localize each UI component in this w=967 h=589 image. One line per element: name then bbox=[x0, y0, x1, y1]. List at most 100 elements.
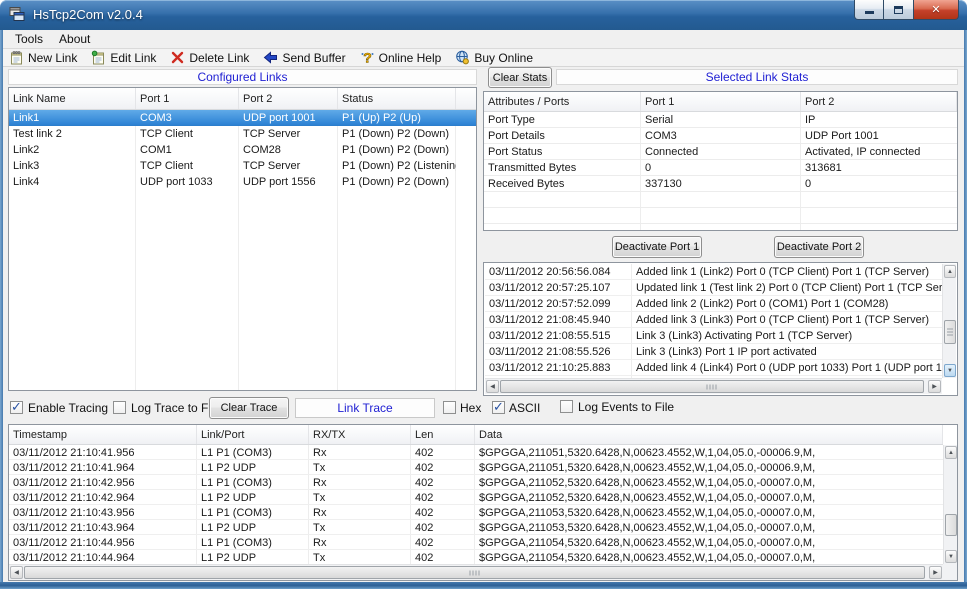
log-trace-to-file-checkbox[interactable] bbox=[113, 401, 126, 414]
hex-checkbox[interactable] bbox=[443, 401, 456, 414]
title-bar[interactable]: HsTcp2Com v2.0.4 ✕ bbox=[0, 0, 967, 30]
clear-trace-button[interactable]: Clear Trace bbox=[209, 397, 289, 419]
column-header-len[interactable]: Len bbox=[411, 425, 475, 444]
new-link-button[interactable]: New Link bbox=[9, 49, 77, 67]
trace-row[interactable]: 03/11/2012 21:10:41.964L1 P2 UDPTx402$GP… bbox=[9, 460, 943, 475]
trace-row[interactable]: 03/11/2012 21:10:41.956L1 P1 (COM3)Rx402… bbox=[9, 445, 943, 460]
scroll-left-button[interactable]: ◀ bbox=[10, 566, 23, 579]
scroll-left-button[interactable]: ◀ bbox=[486, 380, 499, 393]
table-cell: Added link 4 (Link4) Port 0 (UDP port 10… bbox=[632, 360, 942, 376]
table-cell: Rx bbox=[309, 475, 411, 490]
link-stats-table: Attributes / Ports Port 1 Port 2 Port Ty… bbox=[483, 91, 958, 231]
maximize-button[interactable] bbox=[884, 0, 913, 20]
trace-row[interactable]: 03/11/2012 21:10:43.964L1 P2 UDPTx402$GP… bbox=[9, 520, 943, 535]
trace-vertical-scrollbar[interactable]: ▲ ▼ bbox=[943, 445, 957, 564]
trace-header-row: Timestamp Link/Port RX/TX Len Data bbox=[9, 425, 943, 445]
event-row[interactable]: 03/11/2012 20:57:52.099Added link 2 (Lin… bbox=[485, 296, 942, 312]
table-cell: 03/11/2012 21:10:42.956 bbox=[9, 475, 197, 490]
table-cell: TCP Server bbox=[239, 158, 338, 174]
link-row[interactable]: Link4UDP port 1033UDP port 1556P1 (Down)… bbox=[9, 174, 476, 190]
buy-online-button[interactable]: Buy Online bbox=[455, 49, 533, 67]
delete-link-button[interactable]: Delete Link bbox=[170, 49, 249, 67]
stat-row[interactable]: Port StatusConnectedActivated, IP connec… bbox=[484, 144, 957, 160]
stat-row[interactable]: Transmitted Bytes0313681 bbox=[484, 160, 957, 176]
trace-row[interactable]: 03/11/2012 21:10:44.956L1 P1 (COM3)Rx402… bbox=[9, 535, 943, 550]
send-buffer-label: Send Buffer bbox=[282, 51, 345, 65]
enable-tracing-checkbox[interactable] bbox=[10, 401, 23, 414]
column-header-port1[interactable]: Port 1 bbox=[136, 88, 239, 109]
column-header-rxtx[interactable]: RX/TX bbox=[309, 425, 411, 444]
table-cell: 0 bbox=[641, 160, 801, 176]
deactivate-port2-button[interactable]: Deactivate Port 2 bbox=[774, 236, 864, 258]
scroll-down-button[interactable]: ▼ bbox=[945, 550, 957, 563]
column-header-link-name[interactable]: Link Name bbox=[9, 88, 136, 109]
event-row[interactable]: 03/11/2012 21:10:25.883Added link 4 (Lin… bbox=[485, 360, 942, 376]
configured-links-header-row: Link Name Port 1 Port 2 Status bbox=[9, 88, 476, 110]
event-log-vertical-scrollbar[interactable]: ▲ ▼ bbox=[942, 264, 956, 378]
event-log-horizontal-scrollbar[interactable]: ◀ ▶ bbox=[485, 378, 942, 394]
scroll-up-button[interactable]: ▲ bbox=[944, 265, 956, 278]
clear-stats-button[interactable]: Clear Stats bbox=[488, 67, 552, 88]
table-cell: P1 (Down) P2 (Listening) bbox=[338, 158, 456, 174]
table-cell: Tx bbox=[309, 490, 411, 505]
online-help-button[interactable]: ? Online Help bbox=[360, 49, 442, 67]
table-cell: L1 P1 (COM3) bbox=[197, 445, 309, 460]
column-header-status[interactable]: Status bbox=[338, 88, 456, 109]
send-buffer-button[interactable]: Send Buffer bbox=[263, 49, 345, 67]
scrollbar-thumb[interactable] bbox=[500, 380, 924, 393]
scroll-down-button[interactable]: ▼ bbox=[944, 364, 956, 377]
table-cell: COM1 bbox=[136, 142, 239, 158]
log-events-to-file-checkbox[interactable] bbox=[560, 400, 573, 413]
link-row[interactable]: Test link 2TCP ClientTCP ServerP1 (Down)… bbox=[9, 126, 476, 142]
trace-row[interactable]: 03/11/2012 21:10:44.964L1 P2 UDPTx402$GP… bbox=[9, 550, 943, 564]
table-cell: 402 bbox=[411, 505, 475, 520]
table-cell: 402 bbox=[411, 460, 475, 475]
event-row[interactable]: 03/11/2012 21:08:55.526Link 3 (Link3) Po… bbox=[485, 344, 942, 360]
table-cell: 03/11/2012 21:10:42.964 bbox=[9, 490, 197, 505]
scroll-up-button[interactable]: ▲ bbox=[945, 446, 957, 459]
scrollbar-thumb[interactable] bbox=[945, 514, 957, 536]
column-header-port2[interactable]: Port 2 bbox=[239, 88, 338, 109]
scrollbar-thumb[interactable] bbox=[24, 566, 925, 579]
link-row[interactable]: Link1COM3UDP port 1001P1 (Up) P2 (Up) bbox=[9, 110, 476, 126]
menu-tools[interactable]: Tools bbox=[7, 30, 51, 49]
trace-row[interactable]: 03/11/2012 21:10:42.964L1 P2 UDPTx402$GP… bbox=[9, 490, 943, 505]
table-cell: 03/11/2012 21:10:41.956 bbox=[9, 445, 197, 460]
link-row[interactable]: Link2COM1COM28P1 (Down) P2 (Down) bbox=[9, 142, 476, 158]
trace-row[interactable]: 03/11/2012 21:10:43.956L1 P1 (COM3)Rx402… bbox=[9, 505, 943, 520]
event-row[interactable]: 03/11/2012 20:57:25.107Updated link 1 (T… bbox=[485, 280, 942, 296]
event-row[interactable]: 03/11/2012 21:08:45.940Added link 3 (Lin… bbox=[485, 312, 942, 328]
table-cell: 03/11/2012 21:10:43.956 bbox=[9, 505, 197, 520]
column-header-data[interactable]: Data bbox=[475, 425, 943, 444]
scroll-right-button[interactable]: ▶ bbox=[929, 566, 942, 579]
stat-row[interactable]: Port TypeSerialIP bbox=[484, 112, 957, 128]
column-header-stats-port2[interactable]: Port 2 bbox=[801, 92, 957, 111]
column-header-attributes[interactable]: Attributes / Ports bbox=[484, 92, 641, 111]
link-row[interactable]: Link3TCP ClientTCP ServerP1 (Down) P2 (L… bbox=[9, 158, 476, 174]
table-cell: L1 P1 (COM3) bbox=[197, 505, 309, 520]
stat-row[interactable]: Port DetailsCOM3UDP Port 1001 bbox=[484, 128, 957, 144]
event-row[interactable]: 03/11/2012 21:08:55.515Link 3 (Link3) Ac… bbox=[485, 328, 942, 344]
table-cell: 402 bbox=[411, 535, 475, 550]
link-stats-rows: Port TypeSerialIPPort DetailsCOM3UDP Por… bbox=[484, 112, 957, 230]
edit-link-button[interactable]: Edit Link bbox=[91, 49, 156, 67]
log-trace-to-file-label: Log Trace to File bbox=[131, 401, 220, 415]
deactivate-port1-button[interactable]: Deactivate Port 1 bbox=[612, 236, 702, 258]
column-header-timestamp[interactable]: Timestamp bbox=[9, 425, 197, 444]
stat-row[interactable]: Received Bytes3371300 bbox=[484, 176, 957, 192]
scroll-right-button[interactable]: ▶ bbox=[928, 380, 941, 393]
minimize-button[interactable] bbox=[854, 0, 884, 20]
close-icon: ✕ bbox=[931, 1, 940, 19]
menu-about[interactable]: About bbox=[51, 30, 98, 49]
close-button[interactable]: ✕ bbox=[913, 0, 959, 20]
trace-horizontal-scrollbar[interactable]: ◀ ▶ bbox=[9, 564, 943, 580]
ascii-checkbox[interactable] bbox=[492, 401, 505, 414]
column-header-stats-port1[interactable]: Port 1 bbox=[641, 92, 801, 111]
trace-row[interactable]: 03/11/2012 21:10:42.956L1 P1 (COM3)Rx402… bbox=[9, 475, 943, 490]
ascii-label: ASCII bbox=[509, 401, 540, 415]
event-row[interactable]: 03/11/2012 20:56:56.084Added link 1 (Lin… bbox=[485, 264, 942, 280]
scrollbar-thumb[interactable] bbox=[944, 320, 956, 344]
column-header-link-port[interactable]: Link/Port bbox=[197, 425, 309, 444]
table-cell: 03/11/2012 20:56:56.084 bbox=[485, 264, 632, 280]
table-cell: Port Details bbox=[484, 128, 641, 144]
